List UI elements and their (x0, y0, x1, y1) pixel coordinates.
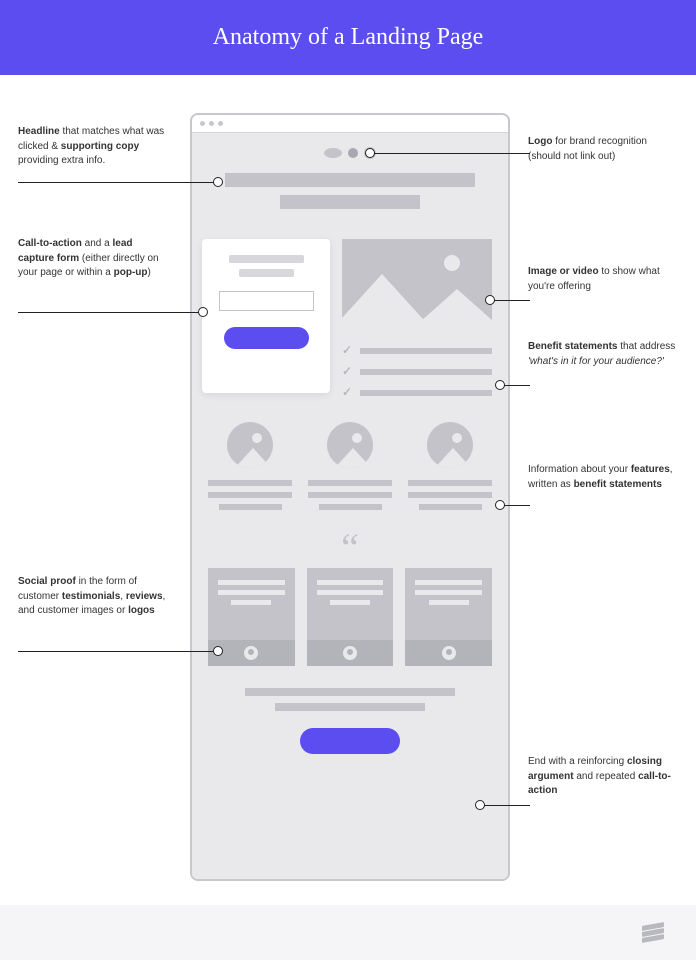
check-icon: ✓ (342, 364, 352, 379)
annotation-features: Information about your features, written… (528, 463, 678, 492)
check-icon: ✓ (342, 343, 352, 358)
browser-chrome (192, 115, 508, 133)
marker-dot (495, 380, 505, 390)
avatar-icon (244, 646, 258, 660)
avatar-icon (442, 646, 456, 660)
annotation-image: Image or video to show what you're offer… (528, 265, 678, 294)
diagram-title: Anatomy of a Landing Page (0, 0, 696, 75)
closing-section (208, 688, 492, 754)
testimonials-row (208, 568, 492, 666)
marker-dot (213, 177, 223, 187)
browser-frame: ✓ ✓ ✓ “ (190, 113, 510, 881)
marker-dot (365, 148, 375, 158)
check-icon: ✓ (342, 385, 352, 400)
marker-dot (495, 500, 505, 510)
annotation-logo: Logo for brand recognition (should not l… (528, 135, 678, 164)
annotation-social: Social proof in the form of customer tes… (18, 575, 168, 619)
closing-cta-placeholder (300, 728, 400, 754)
annotation-headline: Headline that matches what was clicked &… (18, 125, 168, 169)
feature-icon (327, 422, 373, 468)
annotation-benefit: Benefit statements that address 'what's … (528, 340, 678, 369)
marker-dot (485, 295, 495, 305)
headline-bar (225, 173, 475, 187)
footer (0, 905, 696, 960)
page-mockup: ✓ ✓ ✓ “ (192, 133, 508, 879)
hero-image-placeholder (342, 239, 492, 329)
marker-dot (198, 307, 208, 317)
diagram-canvas: ✓ ✓ ✓ “ (0, 75, 696, 905)
annotation-cta: Call-to-action and a lead capture form (… (18, 237, 168, 281)
testimonial-card (405, 568, 492, 666)
cta-form-card (202, 239, 330, 393)
feature-icon (427, 422, 473, 468)
buffer-logo-icon (642, 922, 664, 944)
quote-icon: “ (208, 538, 492, 558)
feature-icon (227, 422, 273, 468)
annotation-closing: End with a reinforcing closing argument … (528, 755, 678, 799)
features-row (208, 422, 492, 510)
avatar-icon (343, 646, 357, 660)
marker-dot (475, 800, 485, 810)
form-input-placeholder (219, 291, 314, 311)
testimonial-card (307, 568, 394, 666)
marker-dot (213, 646, 223, 656)
cta-button-placeholder (224, 327, 309, 349)
benefits-list: ✓ ✓ ✓ (342, 343, 492, 400)
subheadline-bar (280, 195, 420, 209)
